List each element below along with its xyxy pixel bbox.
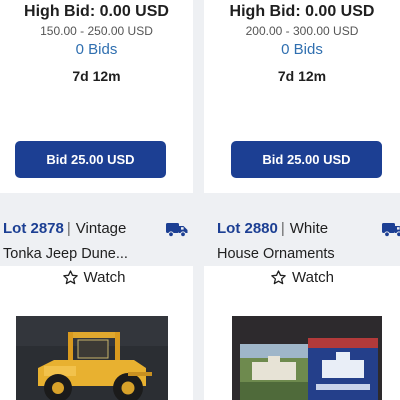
time-left: 7d 12m [72, 68, 121, 84]
star-outline-icon [62, 270, 78, 285]
lot-number[interactable]: Lot 2878 [3, 220, 64, 237]
lot-separator: | [280, 220, 285, 237]
high-bid-text: High Bid: 0.00 USD [24, 3, 169, 20]
estimate-range: 200.00 - 300.00 USD [245, 24, 359, 38]
shipping-truck-icon [166, 223, 188, 237]
bids-count-link[interactable]: 0 Bids [0, 41, 193, 58]
watch-label: Watch [292, 269, 334, 286]
estimate-range: 150.00 - 250.00 USD [40, 24, 153, 38]
lot-separator: | [66, 220, 71, 237]
watch-toggle[interactable]: Watch [0, 269, 193, 286]
lot-title-continued[interactable]: House Ornaments [217, 246, 335, 262]
lot-title-continued[interactable]: Tonka Jeep Dune... [3, 246, 128, 262]
lot-title[interactable]: White [290, 220, 328, 237]
lot-image[interactable] [16, 316, 168, 400]
tonka-jeep-image [16, 316, 168, 400]
watch-toggle[interactable]: Watch [204, 269, 400, 286]
time-left: 7d 12m [277, 68, 327, 84]
bids-count-link[interactable]: 0 Bids [204, 41, 400, 58]
bid-button[interactable]: Bid 25.00 USD [15, 141, 166, 178]
lot-title-line[interactable]: Lot 2880 | White [217, 220, 328, 237]
lot-header: Lot 2880 | White House Ornaments [204, 211, 400, 266]
lot-title[interactable]: Vintage [76, 220, 127, 237]
shipping-truck-icon [382, 223, 400, 237]
high-bid-text: High Bid: 0.00 USD [229, 3, 375, 20]
lot-image[interactable] [232, 316, 382, 400]
lot-card[interactable]: Lot 2878 | Vintage Tonka Jeep Dune... Watc… [0, 211, 193, 400]
watch-label: Watch [83, 269, 126, 286]
lot-number[interactable]: Lot 2880 [217, 220, 278, 237]
lot-header: Lot 2878 | Vintage Tonka Jeep Dune... [0, 211, 193, 266]
lot-card-bid-summary: High Bid: 0.00 USD 200.00 - 300.00 USD 0… [204, 0, 400, 193]
lot-card[interactable]: Lot 2880 | White House Ornaments Watch [204, 211, 400, 400]
white-house-ornaments-image [232, 316, 382, 400]
lot-title-line[interactable]: Lot 2878 | Vintage [3, 220, 126, 237]
bid-button[interactable]: Bid 25.00 USD [231, 141, 382, 178]
star-outline-icon [271, 270, 286, 285]
lot-card-bid-summary: High Bid: 0.00 USD 150.00 - 250.00 USD 0… [0, 0, 193, 193]
